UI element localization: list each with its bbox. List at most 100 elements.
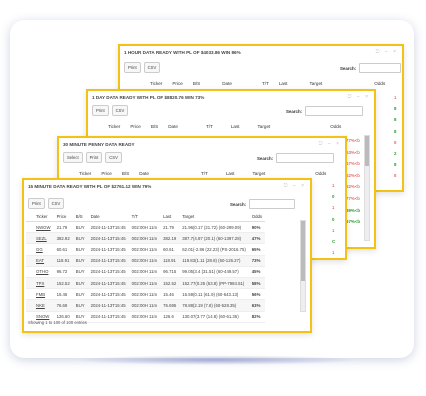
ticker-link[interactable]: EAT xyxy=(26,255,54,267)
search-label: Search: xyxy=(230,201,247,207)
search-input[interactable] xyxy=(359,63,402,73)
csv-button[interactable]: CSV xyxy=(111,105,129,116)
odds-column: 1 0 1 0 1 C 1 C xyxy=(332,180,335,260)
date-cell: 2024-11-13T15:45 xyxy=(87,221,129,234)
search-input[interactable] xyxy=(249,199,296,209)
odds-cell: 82% xyxy=(248,311,266,323)
search-input[interactable] xyxy=(305,106,364,116)
col-bs[interactable]: B/S xyxy=(193,81,200,86)
col-date[interactable]: Date xyxy=(222,81,232,86)
ticker-link[interactable]: FMB xyxy=(26,288,54,301)
col-ticker[interactable]: Ticker xyxy=(150,81,162,86)
shadow-glow xyxy=(70,355,360,365)
price-cell: 118.91 xyxy=(53,255,73,267)
csv-button[interactable]: CSV xyxy=(105,152,122,163)
target-cell: 62.01(-2.86 (22.23) (PS-2016.75) xyxy=(179,243,249,256)
table-row[interactable]: FMB 15.46 BUY 2024-11-13T15:45 002:00H 11m 15… xyxy=(26,288,266,301)
col-bs[interactable]: B/S xyxy=(72,212,88,222)
vertical-scrollbar[interactable] xyxy=(364,135,370,241)
table-row[interactable]: SEZL 382.92 BUY 2024-11-13T15:45 002:00H 11m… xyxy=(26,232,266,245)
last-cell: 382.19 xyxy=(160,232,180,245)
odds-value: 77%<b xyxy=(346,195,360,201)
table-header: Ticker Price B/S Date T/T Last Target Od… xyxy=(108,124,341,129)
odds-value: 77%<b xyxy=(346,138,360,143)
vertical-scrollbar[interactable] xyxy=(300,220,306,312)
print-button[interactable]: Print xyxy=(92,105,109,116)
table-row[interactable]: EAT 118.91 BUY 2024-11-13T15:45 002:00H 11m 1… xyxy=(26,255,266,267)
select-button[interactable]: Select xyxy=(63,152,83,163)
col-tt[interactable]: T/T xyxy=(262,81,269,86)
col-price[interactable]: Price xyxy=(130,124,140,129)
odds-value: 82%<b xyxy=(346,184,360,190)
print-button[interactable]: Print xyxy=(28,198,45,209)
col-last[interactable]: Last xyxy=(226,171,235,176)
col-date[interactable]: Date xyxy=(168,124,178,129)
col-target[interactable]: Target xyxy=(258,124,271,129)
col-price[interactable]: Price xyxy=(172,81,182,86)
odds-cell: 65% xyxy=(248,243,266,256)
last-cell: 152.52 xyxy=(160,277,180,290)
date-cell: 2024-11-13T15:45 xyxy=(87,299,129,312)
buy-sell-cell: BUY xyxy=(72,288,88,301)
col-ticker[interactable]: Ticker xyxy=(79,171,91,176)
col-date[interactable]: Date xyxy=(139,171,149,176)
col-odds[interactable]: Odds xyxy=(374,81,385,86)
window-controls[interactable]: ⎋ – × xyxy=(348,94,370,100)
target-cell: 15.59(0.11 (61.9) (60-643.13) xyxy=(179,288,249,301)
csv-button[interactable]: CSV xyxy=(143,62,161,73)
time-cell: 002:00H 11m xyxy=(128,232,161,245)
window-controls[interactable]: ⎋ – × xyxy=(284,183,306,189)
ticker-link[interactable]: OTHO xyxy=(26,266,54,278)
col-tt[interactable]: T/T xyxy=(206,124,213,129)
target-cell: 99.05(3.4 (31.51) (60-449.57) xyxy=(179,266,249,278)
table-row[interactable]: GG 60.61 BUY 2024-11-13T15:45 002:00H 11m 60.… xyxy=(26,243,266,256)
odds-value: C xyxy=(332,258,335,260)
ticker-link[interactable]: NWGW xyxy=(26,221,54,234)
col-tt[interactable]: T/T xyxy=(128,212,161,222)
odds-value: 0 xyxy=(332,194,335,200)
col-odds[interactable]: Odds xyxy=(330,124,341,129)
col-last[interactable]: Last xyxy=(160,212,180,222)
ticker-link[interactable]: SEZL xyxy=(26,232,54,245)
col-price[interactable]: Price xyxy=(53,212,73,222)
table-row[interactable]: NKE 76.69 BUY 2024-11-13T15:45 002:00H 11m 76… xyxy=(26,299,266,312)
col-target[interactable]: Target xyxy=(179,212,249,222)
odds-value: 1 xyxy=(332,205,335,211)
col-bs[interactable]: B/S xyxy=(122,171,129,176)
price-cell: 21.79 xyxy=(53,221,73,234)
table-row[interactable]: OTHO 96.72 BUY 2024-11-13T15:45 002:00H 11m 9… xyxy=(26,266,266,278)
target-cell: 119.83(1.11 (28.8) (60-126.27) xyxy=(179,255,249,267)
col-ticker[interactable]: Ticker xyxy=(26,212,54,222)
print-button[interactable]: Print xyxy=(124,62,141,73)
buy-sell-cell: BUY xyxy=(72,232,88,245)
date-cell: 2024-11-13T15:45 xyxy=(87,243,129,256)
search-input[interactable] xyxy=(276,153,335,163)
csv-button[interactable]: CSV xyxy=(47,198,65,209)
ticker-link[interactable]: GG xyxy=(26,243,54,256)
time-cell: 002:00H 11m xyxy=(128,255,161,267)
target-cell: 21.96(0.17 (21.72) (60-299.09) xyxy=(179,221,249,234)
col-tt[interactable]: T/T xyxy=(201,171,208,176)
col-price[interactable]: Price xyxy=(101,171,111,176)
search-label: Search: xyxy=(286,108,303,114)
window-controls[interactable]: ⎋ – × xyxy=(376,49,398,55)
odds-cell: 58% xyxy=(248,277,266,290)
table-row[interactable]: TPX 152.52 BUY 2024-11-13T15:45 002:00H 11m 1… xyxy=(26,277,266,290)
col-odds[interactable]: Odds xyxy=(248,212,266,222)
table-row[interactable]: NWGW 21.79 BUY 2024-11-13T15:45 002:00H 11m 2… xyxy=(26,221,266,234)
col-ticker[interactable]: Ticker xyxy=(108,124,120,129)
print-button[interactable]: Print xyxy=(85,152,103,163)
odds-value: 67%<b xyxy=(346,219,361,225)
col-bs[interactable]: B/S xyxy=(151,124,158,129)
window-controls[interactable]: ⎋ – × xyxy=(319,141,341,147)
ticker-link[interactable]: NKE xyxy=(26,299,54,312)
col-target[interactable]: Target xyxy=(253,171,266,176)
col-date[interactable]: Date xyxy=(87,212,129,222)
search-label: Search: xyxy=(257,155,274,161)
col-odds[interactable]: Odds xyxy=(315,171,326,176)
col-last[interactable]: Last xyxy=(231,124,240,129)
target-cell: 152.77(0.25 (53.8) (PP-7984.51) xyxy=(179,277,249,290)
ticker-link[interactable]: TPX xyxy=(26,277,54,290)
col-target[interactable]: Target xyxy=(310,81,323,86)
col-last[interactable]: Last xyxy=(279,81,288,86)
